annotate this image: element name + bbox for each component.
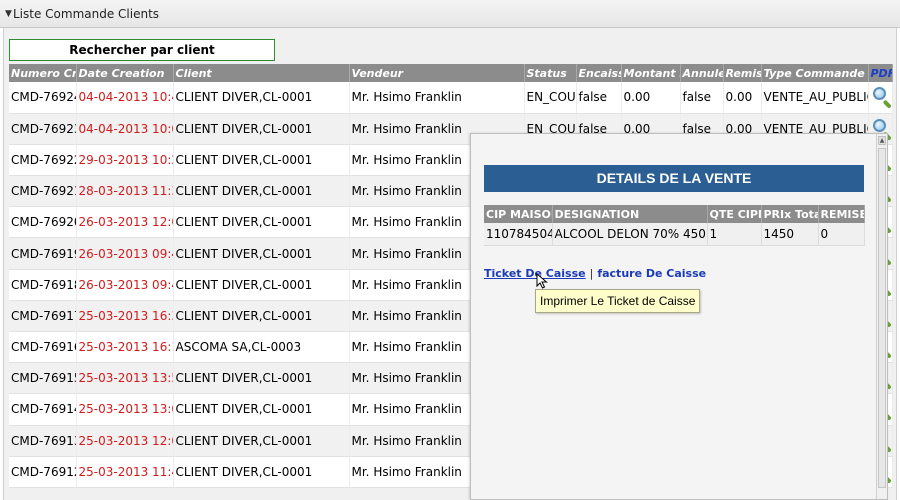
cell-numero-cmd: CMD-76917 bbox=[9, 300, 77, 333]
cell-designation: ALCOOL DELON 70% 450ML bbox=[552, 223, 708, 246]
cell-numero-cmd: CMD-76912 bbox=[9, 456, 77, 488]
cell-numero-cmd: CMD-76923 bbox=[9, 113, 77, 145]
cell-numero-cmd: CMD-76920 bbox=[9, 206, 77, 239]
cell-status: EN_COUR bbox=[524, 82, 577, 114]
cell-annuler: false bbox=[680, 82, 724, 114]
cell-prix-total: 1450 bbox=[761, 223, 819, 246]
cell-date-creation: 25-03-2013 16:10 bbox=[76, 331, 174, 364]
cell-montant-ht: 0.00 bbox=[621, 82, 681, 114]
details-table: CIP MAISON DESIGNATION QTE CIPM PRIx Tot… bbox=[484, 205, 865, 246]
col-header-cip-maison: CIP MAISON bbox=[484, 205, 553, 223]
cell-client: ASCOMA SA,CL-0003 bbox=[173, 331, 350, 364]
cell-numero-cmd: CMD-76916 bbox=[9, 331, 77, 364]
popup-links: Ticket De Caisse | facture De Caisse bbox=[484, 267, 706, 280]
cell-date-creation: 25-03-2013 16:36 bbox=[76, 300, 174, 333]
details-row: 110784504 ALCOOL DELON 70% 450ML 1 1450 … bbox=[484, 223, 865, 246]
cell-date-creation: 29-03-2013 10:26 bbox=[76, 144, 174, 177]
cell-encaisse: false bbox=[576, 82, 622, 114]
cell-client: CLIENT DIVER,CL-0001 bbox=[173, 206, 350, 239]
panel-title: Liste Commande Clients bbox=[13, 7, 160, 21]
cell-date-creation: 25-03-2013 11:40 bbox=[76, 456, 174, 488]
scrollbar-thumb[interactable] bbox=[878, 148, 886, 488]
cell-client: CLIENT DIVER,CL-0001 bbox=[173, 113, 350, 145]
cell-client: CLIENT DIVER,CL-0001 bbox=[173, 456, 350, 488]
cell-qte-cipm: 1 bbox=[707, 223, 762, 246]
cell-numero-cmd: CMD-76918 bbox=[9, 269, 77, 301]
cell-client: CLIENT DIVER,CL-0001 bbox=[173, 362, 350, 395]
link-separator: | bbox=[589, 267, 594, 280]
cell-pdf bbox=[868, 82, 893, 114]
popup-title: DETAILS DE LA VENTE bbox=[484, 165, 864, 192]
triangle-down-icon[interactable]: ▼ bbox=[5, 9, 12, 19]
cell-date-creation: 26-03-2013 12:04 bbox=[76, 206, 174, 239]
cell-date-creation: 26-03-2013 09:45 bbox=[76, 269, 174, 301]
cell-numero-cmd: CMD-76913 bbox=[9, 425, 77, 457]
cell-remise: 0.00 bbox=[723, 82, 762, 114]
cell-client: CLIENT DIVER,CL-0001 bbox=[173, 144, 350, 177]
col-header-remise-detail: REMISE bbox=[818, 205, 865, 223]
facture-de-caisse-link[interactable]: facture De Caisse bbox=[597, 267, 706, 280]
cell-cip-maison: 110784504 bbox=[484, 223, 553, 246]
col-header-client[interactable]: Client bbox=[173, 64, 350, 82]
cell-client: CLIENT DIVER,CL-0001 bbox=[173, 300, 350, 333]
cell-numero-cmd: CMD-76921 bbox=[9, 175, 77, 208]
col-header-designation: DESIGNATION bbox=[552, 205, 708, 223]
col-header-type-commande[interactable]: Type Commande bbox=[761, 64, 869, 82]
details-header-row: CIP MAISON DESIGNATION QTE CIPM PRIx Tot… bbox=[484, 205, 865, 223]
col-header-annuler[interactable]: Annuler bbox=[680, 64, 724, 82]
col-header-qte-cipm: QTE CIPM bbox=[707, 205, 762, 223]
col-header-remise[interactable]: Remise bbox=[723, 64, 762, 82]
col-header-montant-ht[interactable]: Montant Ht bbox=[621, 64, 681, 82]
cell-numero-cmd: CMD-76919 bbox=[9, 237, 77, 270]
cell-date-creation: 26-03-2013 09:48 bbox=[76, 237, 174, 270]
col-header-numero-cmd[interactable]: Numero Cmd bbox=[9, 64, 77, 82]
cell-numero-cmd: CMD-76924 bbox=[9, 82, 77, 114]
orders-header-row: Numero Cmd Date Creation Client Vendeur … bbox=[9, 64, 893, 82]
cell-client: CLIENT DIVER,CL-0001 bbox=[173, 82, 350, 114]
panel-header[interactable]: ▼ Liste Commande Clients bbox=[0, 0, 900, 28]
scroll-up-icon[interactable]: ▲ bbox=[878, 136, 886, 145]
ticket-de-caisse-link[interactable]: Ticket De Caisse bbox=[484, 267, 586, 280]
cell-client: CLIENT DIVER,CL-0001 bbox=[173, 269, 350, 301]
cell-date-creation: 25-03-2013 13:50 bbox=[76, 362, 174, 395]
cell-type-commande: VENTE_AU_PUBLIC bbox=[761, 82, 869, 114]
cell-numero-cmd: CMD-76922 bbox=[9, 144, 77, 177]
cell-date-creation: 25-03-2013 13:07 bbox=[76, 393, 174, 426]
cell-date-creation: 25-03-2013 12:02 bbox=[76, 425, 174, 457]
cell-date-creation: 28-03-2013 11:33 bbox=[76, 175, 174, 208]
cell-client: CLIENT DIVER,CL-0001 bbox=[173, 175, 350, 208]
col-header-status[interactable]: Status bbox=[524, 64, 577, 82]
cell-client: CLIENT DIVER,CL-0001 bbox=[173, 425, 350, 457]
search-by-client-button[interactable]: Rechercher par client bbox=[9, 39, 275, 61]
cell-remise-detail: 0 bbox=[818, 223, 865, 246]
cell-date-creation: 04-04-2013 10:41 bbox=[76, 82, 174, 114]
cell-vendeur: Mr. Hsimo Franklin bbox=[349, 82, 525, 114]
cell-numero-cmd: CMD-76915 bbox=[9, 362, 77, 395]
table-row[interactable]: CMD-7692404-04-2013 10:41CLIENT DIVER,CL… bbox=[9, 82, 893, 114]
cell-client: CLIENT DIVER,CL-0001 bbox=[173, 393, 350, 426]
col-header-vendeur[interactable]: Vendeur bbox=[349, 64, 525, 82]
tooltip: Imprimer Le Ticket de Caisse bbox=[535, 289, 701, 313]
cell-date-creation: 04-04-2013 10:08 bbox=[76, 113, 174, 145]
col-header-pdf[interactable]: PDF bbox=[868, 64, 893, 82]
col-header-encaisse[interactable]: Encaisse bbox=[576, 64, 622, 82]
cell-numero-cmd: CMD-76914 bbox=[9, 393, 77, 426]
col-header-date-creation[interactable]: Date Creation bbox=[76, 64, 174, 82]
cell-client: CLIENT DIVER,CL-0001 bbox=[173, 237, 350, 270]
magnifier-icon[interactable] bbox=[871, 85, 891, 110]
col-header-prix-total: PRIx Total bbox=[761, 205, 819, 223]
popup-scrollbar[interactable]: ▲ bbox=[876, 134, 887, 499]
sale-details-popup: ▲ DETAILS DE LA VENTE CIP MAISON DESIGNA… bbox=[470, 133, 888, 500]
